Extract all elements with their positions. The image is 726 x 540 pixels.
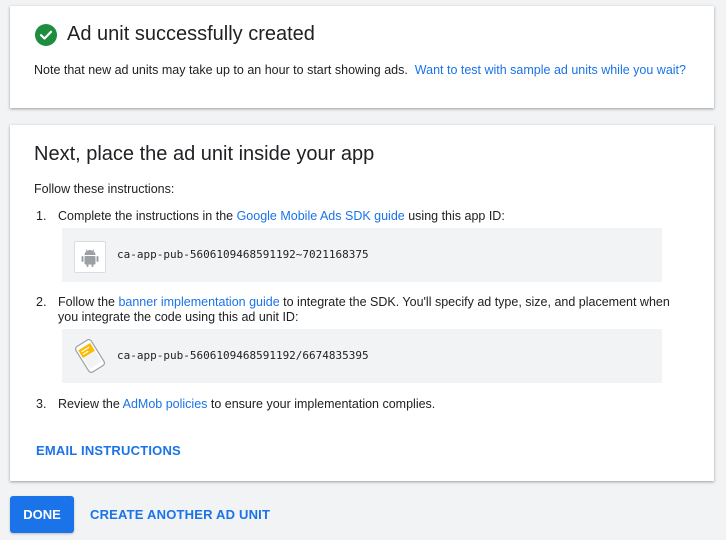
- create-another-ad-unit-button[interactable]: CREATE ANOTHER AD UNIT: [90, 507, 270, 522]
- android-icon: [74, 241, 106, 273]
- app-id-box: ca-app-pub-5606109468591192~7021168375: [62, 228, 662, 282]
- success-card: Ad unit successfully created Note that n…: [10, 6, 714, 108]
- success-title: Ad unit successfully created: [67, 23, 315, 45]
- sample-ad-units-link[interactable]: Want to test with sample ad units while …: [415, 63, 686, 77]
- done-button[interactable]: DONE: [10, 496, 74, 533]
- success-header: Ad unit successfully created: [35, 23, 315, 46]
- step-text: Review the AdMob policies to ensure your…: [58, 397, 670, 412]
- step-text-pre: Complete the instructions in the: [58, 209, 237, 223]
- step-text: Complete the instructions in the Google …: [58, 209, 670, 224]
- step-number: 2.: [36, 295, 47, 309]
- email-instructions-button[interactable]: EMAIL INSTRUCTIONS: [36, 443, 181, 458]
- note-text: Note that new ad units may take up to an…: [34, 63, 408, 77]
- step-text: Follow the banner implementation guide t…: [58, 295, 670, 325]
- step-text-post: to ensure your implementation complies.: [207, 397, 436, 411]
- placement-card: Next, place the ad unit inside your app …: [10, 125, 714, 481]
- banner-icon: [72, 337, 108, 380]
- ad-unit-id-code[interactable]: ca-app-pub-5606109468591192/6674835395: [117, 349, 369, 362]
- follow-instructions-label: Follow these instructions:: [34, 182, 175, 196]
- step-number: 1.: [36, 209, 47, 223]
- step-text-pre: Follow the: [58, 295, 119, 309]
- placement-title: Next, place the ad unit inside your app: [34, 143, 375, 165]
- ad-unit-id-box: ca-app-pub-5606109468591192/6674835395: [62, 329, 662, 383]
- success-note: Note that new ad units may take up to an…: [34, 63, 694, 78]
- check-circle-icon: [35, 23, 57, 46]
- step-text-pre: Review the: [58, 397, 123, 411]
- step-number: 3.: [36, 397, 47, 411]
- app-id-code[interactable]: ca-app-pub-5606109468591192~7021168375: [117, 248, 369, 261]
- admob-policies-link[interactable]: AdMob policies: [123, 397, 208, 411]
- step-text-post: using this app ID:: [404, 209, 505, 223]
- sdk-guide-link[interactable]: Google Mobile Ads SDK guide: [237, 209, 405, 223]
- banner-guide-link[interactable]: banner implementation guide: [118, 295, 279, 309]
